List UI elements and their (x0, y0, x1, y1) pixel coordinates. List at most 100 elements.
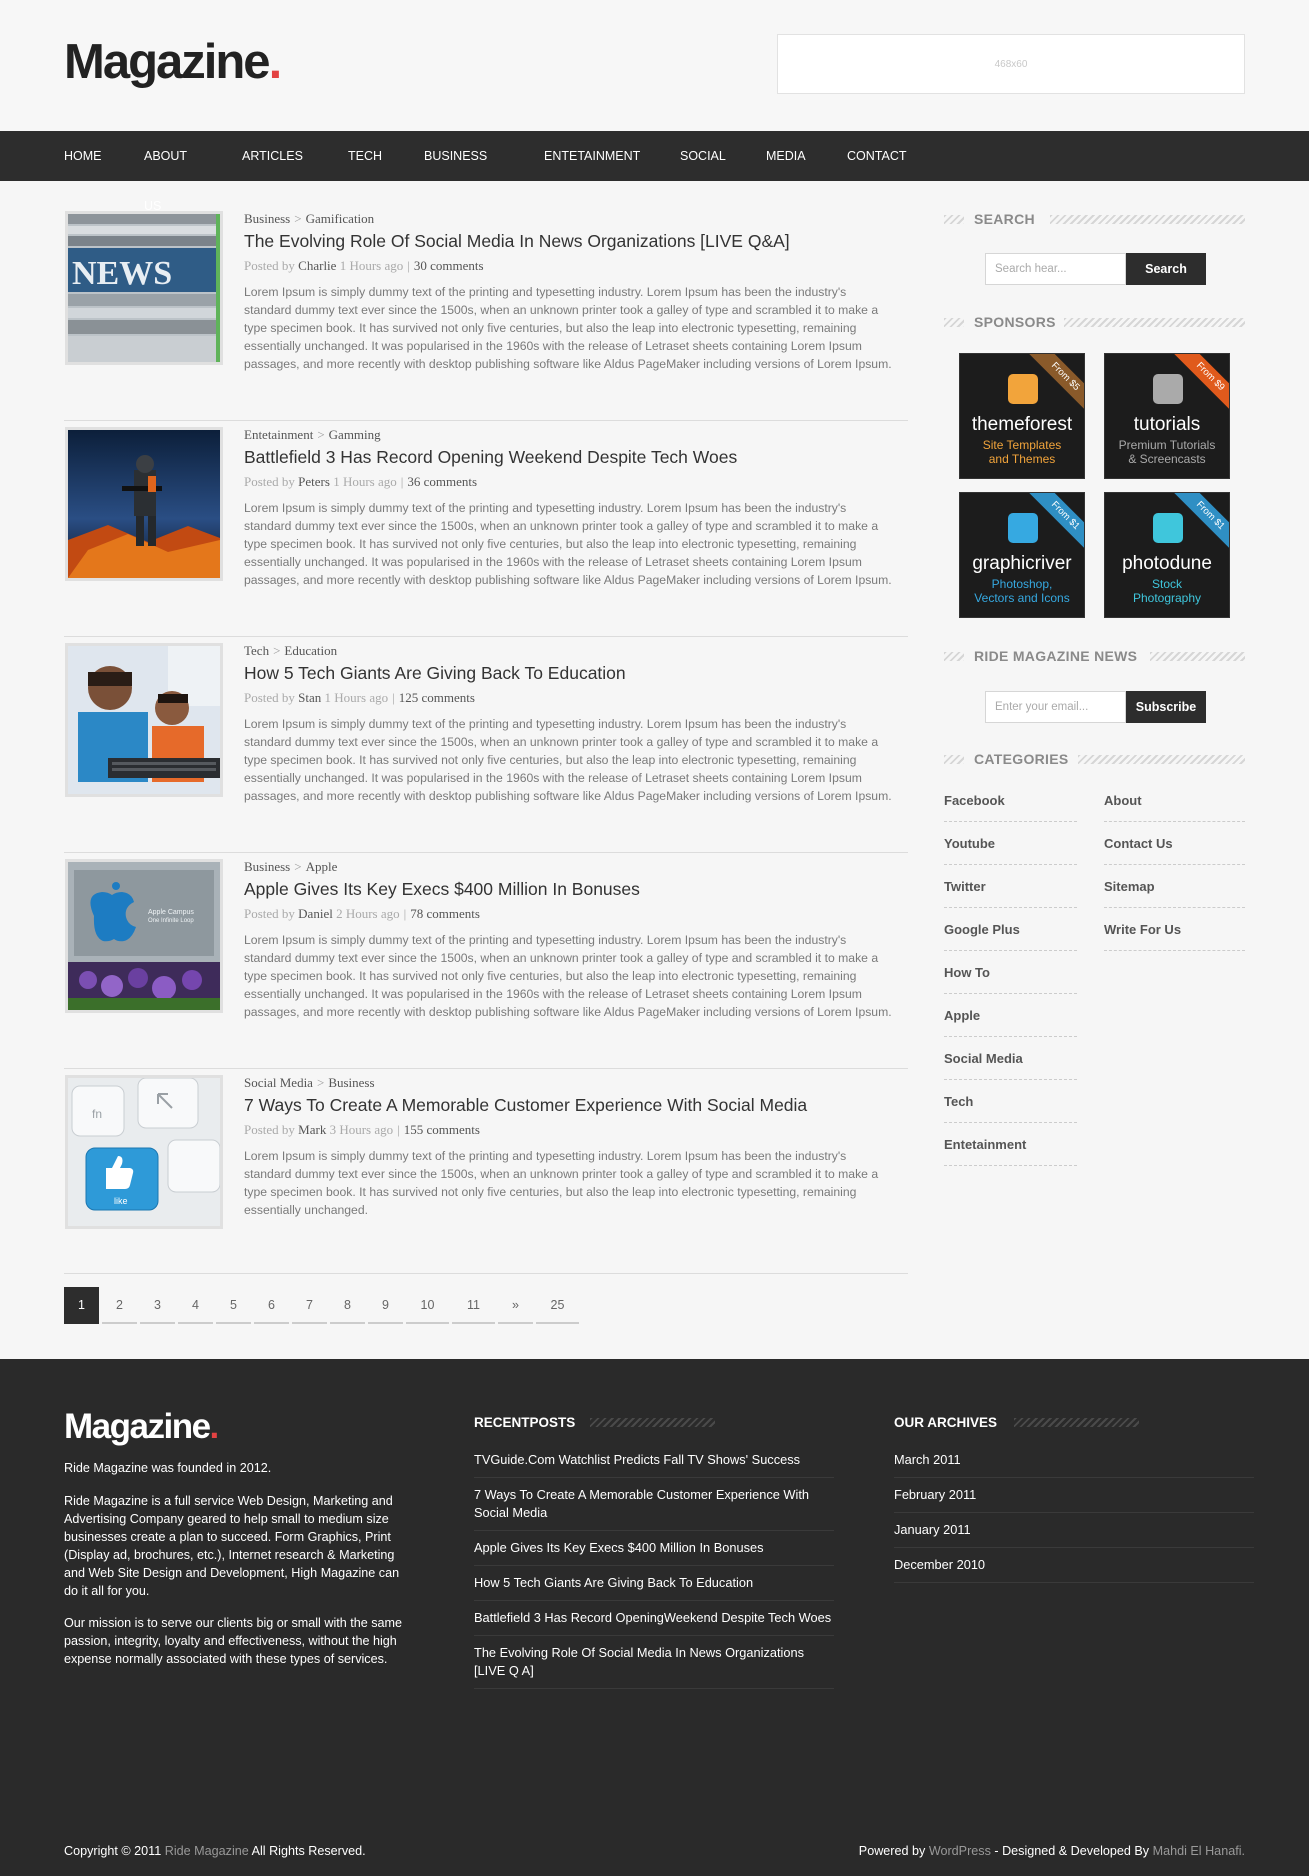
sponsor-photodune[interactable]: From $1 photodune Stock Photography (1104, 492, 1230, 618)
subscribe-button[interactable]: Subscribe (1126, 691, 1206, 723)
post-comments-link[interactable]: 125 comments (399, 690, 475, 705)
category-link-apple[interactable]: Apple (944, 994, 1077, 1037)
page-link-sitemap[interactable]: Sitemap (1104, 865, 1245, 908)
footer-about: Ride Magazine is a full service Web Desi… (64, 1494, 400, 1598)
category-link-twitter[interactable]: Twitter (944, 865, 1077, 908)
recent-post-link[interactable]: TVGuide.Com Watchlist Predicts Fall TV S… (474, 1443, 834, 1478)
post-excerpt: Lorem Ipsum is simply dummy text of the … (244, 285, 892, 371)
page-link-11[interactable]: 11 (452, 1287, 495, 1324)
post-category-link[interactable]: Entetainment (244, 427, 313, 442)
post-subcategory-link[interactable]: Apple (306, 859, 338, 874)
page-link-8[interactable]: 8 (330, 1287, 365, 1324)
nav-item-home[interactable]: HOME (64, 131, 102, 181)
page-link-25[interactable]: 25 (536, 1287, 579, 1324)
post-title[interactable]: The Evolving Role Of Social Media In New… (244, 231, 904, 252)
archive-link[interactable]: December 2010 (894, 1548, 1254, 1583)
post-subcategory-link[interactable]: Gamification (306, 211, 375, 226)
posted-by-label: Posted by (244, 474, 295, 489)
post-body: Entetainment > Gamming Battlefield 3 Has Re… (244, 427, 904, 589)
post-title[interactable]: How 5 Tech Giants Are Giving Back To Edu… (244, 663, 904, 684)
category-link-how-to[interactable]: How To (944, 951, 1077, 994)
page-link-9[interactable]: 9 (368, 1287, 403, 1324)
sponsor-name: graphicriver (972, 553, 1072, 574)
nav-item-media[interactable]: MEDIA (766, 131, 806, 181)
kids-computer-thumbnail[interactable] (65, 643, 223, 797)
recent-heading: RECENTPOSTS (474, 1414, 834, 1430)
main-nav: HOME ABOUT US ARTICLES TECH BUSINESS ENTETAIN… (0, 131, 1309, 213)
post-category-link[interactable]: Tech (244, 643, 269, 658)
page-link-write-for-us[interactable]: Write For Us (1104, 908, 1245, 951)
post-categories: Business > Apple (244, 859, 904, 875)
footer-logo[interactable]: Magazine. (64, 1407, 219, 1447)
search-button[interactable]: Search (1126, 253, 1206, 285)
logo-dot: . (268, 35, 283, 89)
page-link-contact-us[interactable]: Contact Us (1104, 822, 1245, 865)
post-comments-link[interactable]: 30 comments (414, 258, 484, 273)
page-link-about[interactable]: About (1104, 779, 1245, 822)
page-link-6[interactable]: 6 (254, 1287, 289, 1324)
post-comments-link[interactable]: 78 comments (410, 906, 480, 921)
post-comments-link[interactable]: 155 comments (404, 1122, 480, 1137)
post-author[interactable]: Mark (298, 1122, 326, 1137)
sponsor-graphicriver[interactable]: From $1 graphicriver Photoshop, Vectors and… (959, 492, 1085, 618)
apple-campus-thumbnail[interactable]: Apple Campus One Infinite Loop (65, 859, 223, 1013)
post-subcategory-link[interactable]: Education (284, 643, 337, 658)
post-author[interactable]: Stan (298, 690, 321, 705)
page-link-next[interactable]: » (498, 1287, 533, 1324)
recent-post-link[interactable]: Battlefield 3 Has Record OpeningWeekend … (474, 1601, 834, 1636)
nav-item-tech[interactable]: TECH (348, 131, 382, 181)
nav-item-social[interactable]: SOCIAL (680, 131, 726, 181)
recent-post-link[interactable]: The Evolving Role Of Social Media In New… (474, 1636, 834, 1689)
battlefield-thumbnail[interactable] (65, 427, 223, 581)
post-subcategory-link[interactable]: Gamming (329, 427, 381, 442)
site-logo[interactable]: Magazine. (64, 34, 283, 90)
search-input[interactable]: Search hear... (985, 253, 1126, 285)
nav-item-entetainment[interactable]: ENTETAINMENT (544, 131, 640, 181)
page-link-5[interactable]: 5 (216, 1287, 251, 1324)
sponsor-tagline: Stock Photography (1105, 577, 1229, 605)
post-title[interactable]: Battlefield 3 Has Record Opening Weekend… (244, 447, 904, 468)
nav-item-articles[interactable]: ARTICLES (242, 131, 303, 181)
page-link-4[interactable]: 4 (178, 1287, 213, 1324)
nav-item-contact[interactable]: CONTACT (847, 131, 907, 181)
sponsor-tutorials[interactable]: From $9 tutorials Premium Tutorials & Scree… (1104, 353, 1230, 479)
copyright-site-link[interactable]: Ride Magazine (165, 1844, 249, 1858)
sponsors-title: SPONSORS (968, 314, 1062, 330)
recent-post-link[interactable]: 7 Ways To Create A Memorable Customer Ex… (474, 1478, 834, 1531)
sponsor-themeforest[interactable]: From $5 themeforest Site Templates and Them… (959, 353, 1085, 479)
category-link-entetainment[interactable]: Entetainment (944, 1123, 1077, 1166)
category-link-google-plus[interactable]: Google Plus (944, 908, 1077, 951)
post-subcategory-link[interactable]: Business (328, 1075, 374, 1090)
post-category-link[interactable]: Social Media (244, 1075, 313, 1090)
archive-link[interactable]: January 2011 (894, 1513, 1254, 1548)
post-category-link[interactable]: Business (244, 859, 290, 874)
nav-item-business[interactable]: BUSINESS (424, 131, 487, 181)
author-link[interactable]: Mahdi El Hanafi. (1153, 1844, 1245, 1858)
email-input[interactable]: Enter your email... (985, 691, 1126, 723)
post-author[interactable]: Daniel (298, 906, 333, 921)
recent-post-link[interactable]: Apple Gives Its Key Execs $400 Million I… (474, 1531, 834, 1566)
category-link-facebook[interactable]: Facebook (944, 779, 1077, 822)
post-comments-link[interactable]: 36 comments (407, 474, 477, 489)
like-key-thumbnail[interactable]: fn like (65, 1075, 223, 1229)
post-title[interactable]: 7 Ways To Create A Memorable Customer Ex… (244, 1095, 904, 1116)
page-link-2[interactable]: 2 (102, 1287, 137, 1324)
categories-right: About Contact Us Sitemap Write For Us (1104, 779, 1245, 951)
recent-post-link[interactable]: How 5 Tech Giants Are Giving Back To Edu… (474, 1566, 834, 1601)
wordpress-link[interactable]: WordPress (929, 1844, 991, 1858)
category-link-youtube[interactable]: Youtube (944, 822, 1077, 865)
news-thumbnail[interactable]: NEWS (65, 211, 223, 365)
page-current[interactable]: 1 (64, 1287, 99, 1324)
category-link-social-media[interactable]: Social Media (944, 1037, 1077, 1080)
archive-link[interactable]: March 2011 (894, 1443, 1254, 1478)
post-author[interactable]: Charlie (298, 258, 336, 273)
page-link-3[interactable]: 3 (140, 1287, 175, 1324)
page-link-10[interactable]: 10 (406, 1287, 449, 1324)
post-title[interactable]: Apple Gives Its Key Execs $400 Million I… (244, 879, 904, 900)
category-link-tech[interactable]: Tech (944, 1080, 1077, 1123)
archive-link[interactable]: February 2011 (894, 1478, 1254, 1513)
page-link-7[interactable]: 7 (292, 1287, 327, 1324)
post-category-link[interactable]: Business (244, 211, 290, 226)
post-author[interactable]: Peters (298, 474, 330, 489)
ad-banner[interactable]: 468x60 (777, 34, 1245, 94)
